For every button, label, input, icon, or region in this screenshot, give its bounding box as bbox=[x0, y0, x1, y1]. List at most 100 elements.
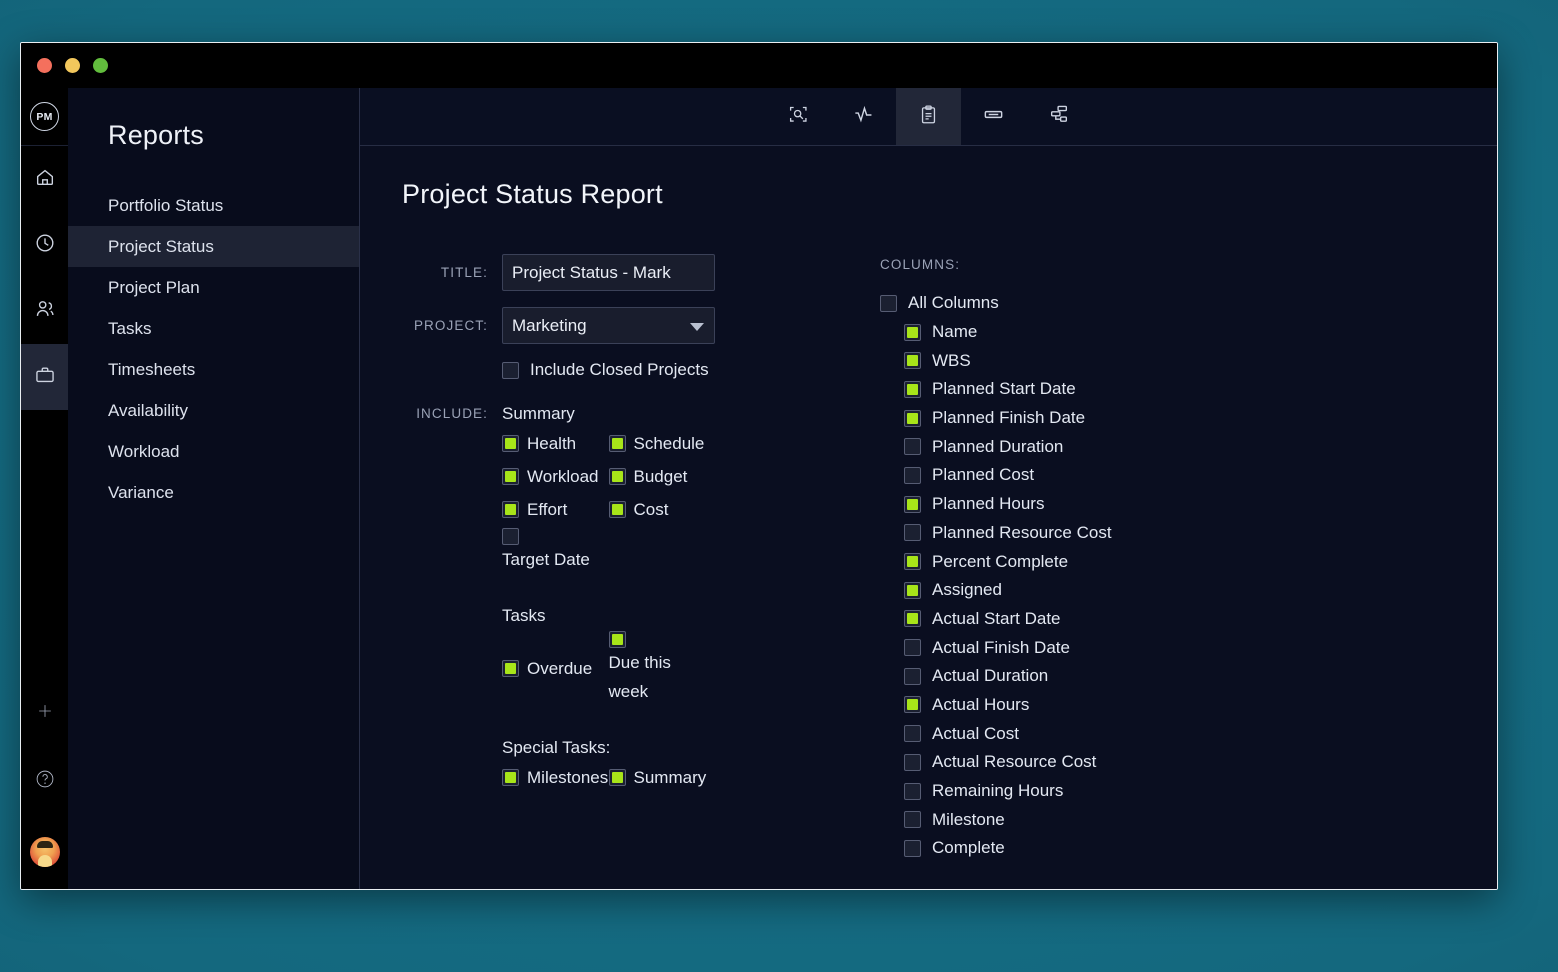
sidebar-item-workload[interactable]: Workload bbox=[68, 431, 359, 472]
toolbar-search-region-button[interactable] bbox=[766, 88, 831, 145]
columns-row-planned-finish-date[interactable]: Planned Finish Date bbox=[880, 404, 1497, 433]
app-logo[interactable]: PM bbox=[21, 88, 68, 146]
include-checkbox-summary[interactable] bbox=[609, 769, 626, 786]
columns-checkbox-planned-hours[interactable] bbox=[904, 496, 921, 513]
columns-row-planned-hours[interactable]: Planned Hours bbox=[880, 490, 1497, 519]
columns-checkbox-milestone[interactable] bbox=[904, 811, 921, 828]
include-checkbox-budget[interactable] bbox=[609, 468, 626, 485]
include-item-budget[interactable]: Budget bbox=[609, 462, 716, 491]
include-item-effort[interactable]: Effort bbox=[502, 495, 609, 524]
include-checkbox-due-this-week[interactable] bbox=[609, 631, 626, 648]
include-item-cost[interactable]: Cost bbox=[609, 495, 716, 524]
columns-checkbox-planned-start-date[interactable] bbox=[904, 381, 921, 398]
columns-row-planned-duration[interactable]: Planned Duration bbox=[880, 432, 1497, 461]
include-checkbox-cost[interactable] bbox=[609, 501, 626, 518]
rail-item-account[interactable] bbox=[21, 815, 68, 889]
columns-checkbox-actual-hours[interactable] bbox=[904, 696, 921, 713]
include-checkbox-milestones[interactable] bbox=[502, 769, 519, 786]
columns-row-actual-start-date[interactable]: Actual Start Date bbox=[880, 605, 1497, 634]
close-button[interactable] bbox=[37, 58, 52, 73]
columns-row-name[interactable]: Name bbox=[880, 318, 1497, 347]
reports-sidebar-title: Reports bbox=[68, 120, 359, 151]
include-checkbox-overdue[interactable] bbox=[502, 660, 519, 677]
project-select[interactable]: Marketing bbox=[502, 307, 715, 344]
include-label-workload: Workload bbox=[527, 462, 599, 491]
include-checkbox-schedule[interactable] bbox=[609, 435, 626, 452]
columns-checkbox-all[interactable] bbox=[880, 295, 897, 312]
sidebar-item-timesheets[interactable]: Timesheets bbox=[68, 349, 359, 390]
include-checkbox-target-date[interactable] bbox=[502, 528, 519, 545]
toolbar-board-button[interactable] bbox=[961, 88, 1026, 145]
sidebar-item-tasks[interactable]: Tasks bbox=[68, 308, 359, 349]
columns-checkbox-complete[interactable] bbox=[904, 840, 921, 857]
app-rail: PM bbox=[21, 88, 68, 889]
columns-row-remaining-hours[interactable]: Remaining Hours bbox=[880, 777, 1497, 806]
sidebar-item-project-plan[interactable]: Project Plan bbox=[68, 267, 359, 308]
include-item-schedule[interactable]: Schedule bbox=[609, 429, 716, 458]
columns-row-complete[interactable]: Complete bbox=[880, 834, 1497, 863]
columns-row-percent-complete[interactable]: Percent Complete bbox=[880, 547, 1497, 576]
include-item-summary[interactable]: Summary bbox=[609, 763, 716, 792]
sidebar-item-variance[interactable]: Variance bbox=[68, 472, 359, 513]
columns-checkbox-percent-complete[interactable] bbox=[904, 553, 921, 570]
zoom-select-icon bbox=[788, 104, 809, 130]
columns-row-wbs[interactable]: WBS bbox=[880, 346, 1497, 375]
columns-checkbox-planned-cost[interactable] bbox=[904, 467, 921, 484]
rail-item-help[interactable] bbox=[21, 747, 68, 815]
rail-item-add[interactable] bbox=[21, 679, 68, 747]
sidebar-item-project-status[interactable]: Project Status bbox=[68, 226, 359, 267]
columns-checkbox-wbs[interactable] bbox=[904, 352, 921, 369]
columns-checkbox-actual-duration[interactable] bbox=[904, 668, 921, 685]
columns-row-milestone[interactable]: Milestone bbox=[880, 805, 1497, 834]
columns-row-all[interactable]: All Columns bbox=[880, 289, 1497, 318]
include-checkbox-workload[interactable] bbox=[502, 468, 519, 485]
sidebar-item-label: Workload bbox=[108, 442, 180, 462]
columns-checkbox-actual-cost[interactable] bbox=[904, 725, 921, 742]
columns-checkbox-actual-finish-date[interactable] bbox=[904, 639, 921, 656]
include-closed-projects-checkbox[interactable] bbox=[502, 362, 519, 379]
columns-checkbox-planned-resource-cost[interactable] bbox=[904, 524, 921, 541]
minimize-button[interactable] bbox=[65, 58, 80, 73]
include-item-workload[interactable]: Workload bbox=[502, 462, 609, 491]
columns-row-actual-duration[interactable]: Actual Duration bbox=[880, 662, 1497, 691]
rail-item-team[interactable] bbox=[21, 278, 68, 344]
app-window: PM bbox=[20, 42, 1498, 890]
include-checkbox-effort[interactable] bbox=[502, 501, 519, 518]
columns-checkbox-remaining-hours[interactable] bbox=[904, 783, 921, 800]
sidebar-item-portfolio-status[interactable]: Portfolio Status bbox=[68, 185, 359, 226]
include-checkbox-health[interactable] bbox=[502, 435, 519, 452]
columns-row-assigned[interactable]: Assigned bbox=[880, 576, 1497, 605]
columns-checkbox-planned-finish-date[interactable] bbox=[904, 410, 921, 427]
toolbar-reports-button[interactable] bbox=[896, 88, 961, 145]
columns-row-planned-cost[interactable]: Planned Cost bbox=[880, 461, 1497, 490]
include-item-target-date[interactable]: Target Date bbox=[502, 528, 609, 574]
include-item-overdue[interactable]: Overdue bbox=[502, 631, 609, 706]
columns-checkbox-actual-resource-cost[interactable] bbox=[904, 754, 921, 771]
clipboard-icon bbox=[918, 104, 939, 130]
columns-row-planned-start-date[interactable]: Planned Start Date bbox=[880, 375, 1497, 404]
include-item-health[interactable]: Health bbox=[502, 429, 609, 458]
maximize-button[interactable] bbox=[93, 58, 108, 73]
toolbar-gantt-button[interactable] bbox=[1026, 88, 1091, 145]
rail-item-home[interactable] bbox=[21, 146, 68, 212]
avatar bbox=[30, 837, 60, 867]
sidebar-item-availability[interactable]: Availability bbox=[68, 390, 359, 431]
columns-checkbox-assigned[interactable] bbox=[904, 582, 921, 599]
columns-checkbox-planned-duration[interactable] bbox=[904, 438, 921, 455]
columns-row-actual-finish-date[interactable]: Actual Finish Date bbox=[880, 633, 1497, 662]
columns-checkbox-name[interactable] bbox=[904, 324, 921, 341]
app-logo-text: PM bbox=[30, 102, 59, 131]
include-item-due-this-week[interactable]: Due this week bbox=[609, 631, 716, 706]
include-closed-projects-row[interactable]: Include Closed Projects bbox=[502, 360, 880, 380]
columns-row-actual-cost[interactable]: Actual Cost bbox=[880, 719, 1497, 748]
rail-item-time[interactable] bbox=[21, 212, 68, 278]
columns-row-actual-hours[interactable]: Actual Hours bbox=[880, 691, 1497, 720]
columns-checkbox-actual-start-date[interactable] bbox=[904, 610, 921, 627]
include-item-milestones[interactable]: Milestones bbox=[502, 763, 609, 792]
toolbar-activity-button[interactable] bbox=[831, 88, 896, 145]
project-select-value: Marketing bbox=[512, 316, 587, 336]
columns-row-actual-resource-cost[interactable]: Actual Resource Cost bbox=[880, 748, 1497, 777]
columns-row-planned-resource-cost[interactable]: Planned Resource Cost bbox=[880, 519, 1497, 548]
title-input[interactable] bbox=[502, 254, 715, 291]
rail-item-projects[interactable] bbox=[21, 344, 68, 410]
